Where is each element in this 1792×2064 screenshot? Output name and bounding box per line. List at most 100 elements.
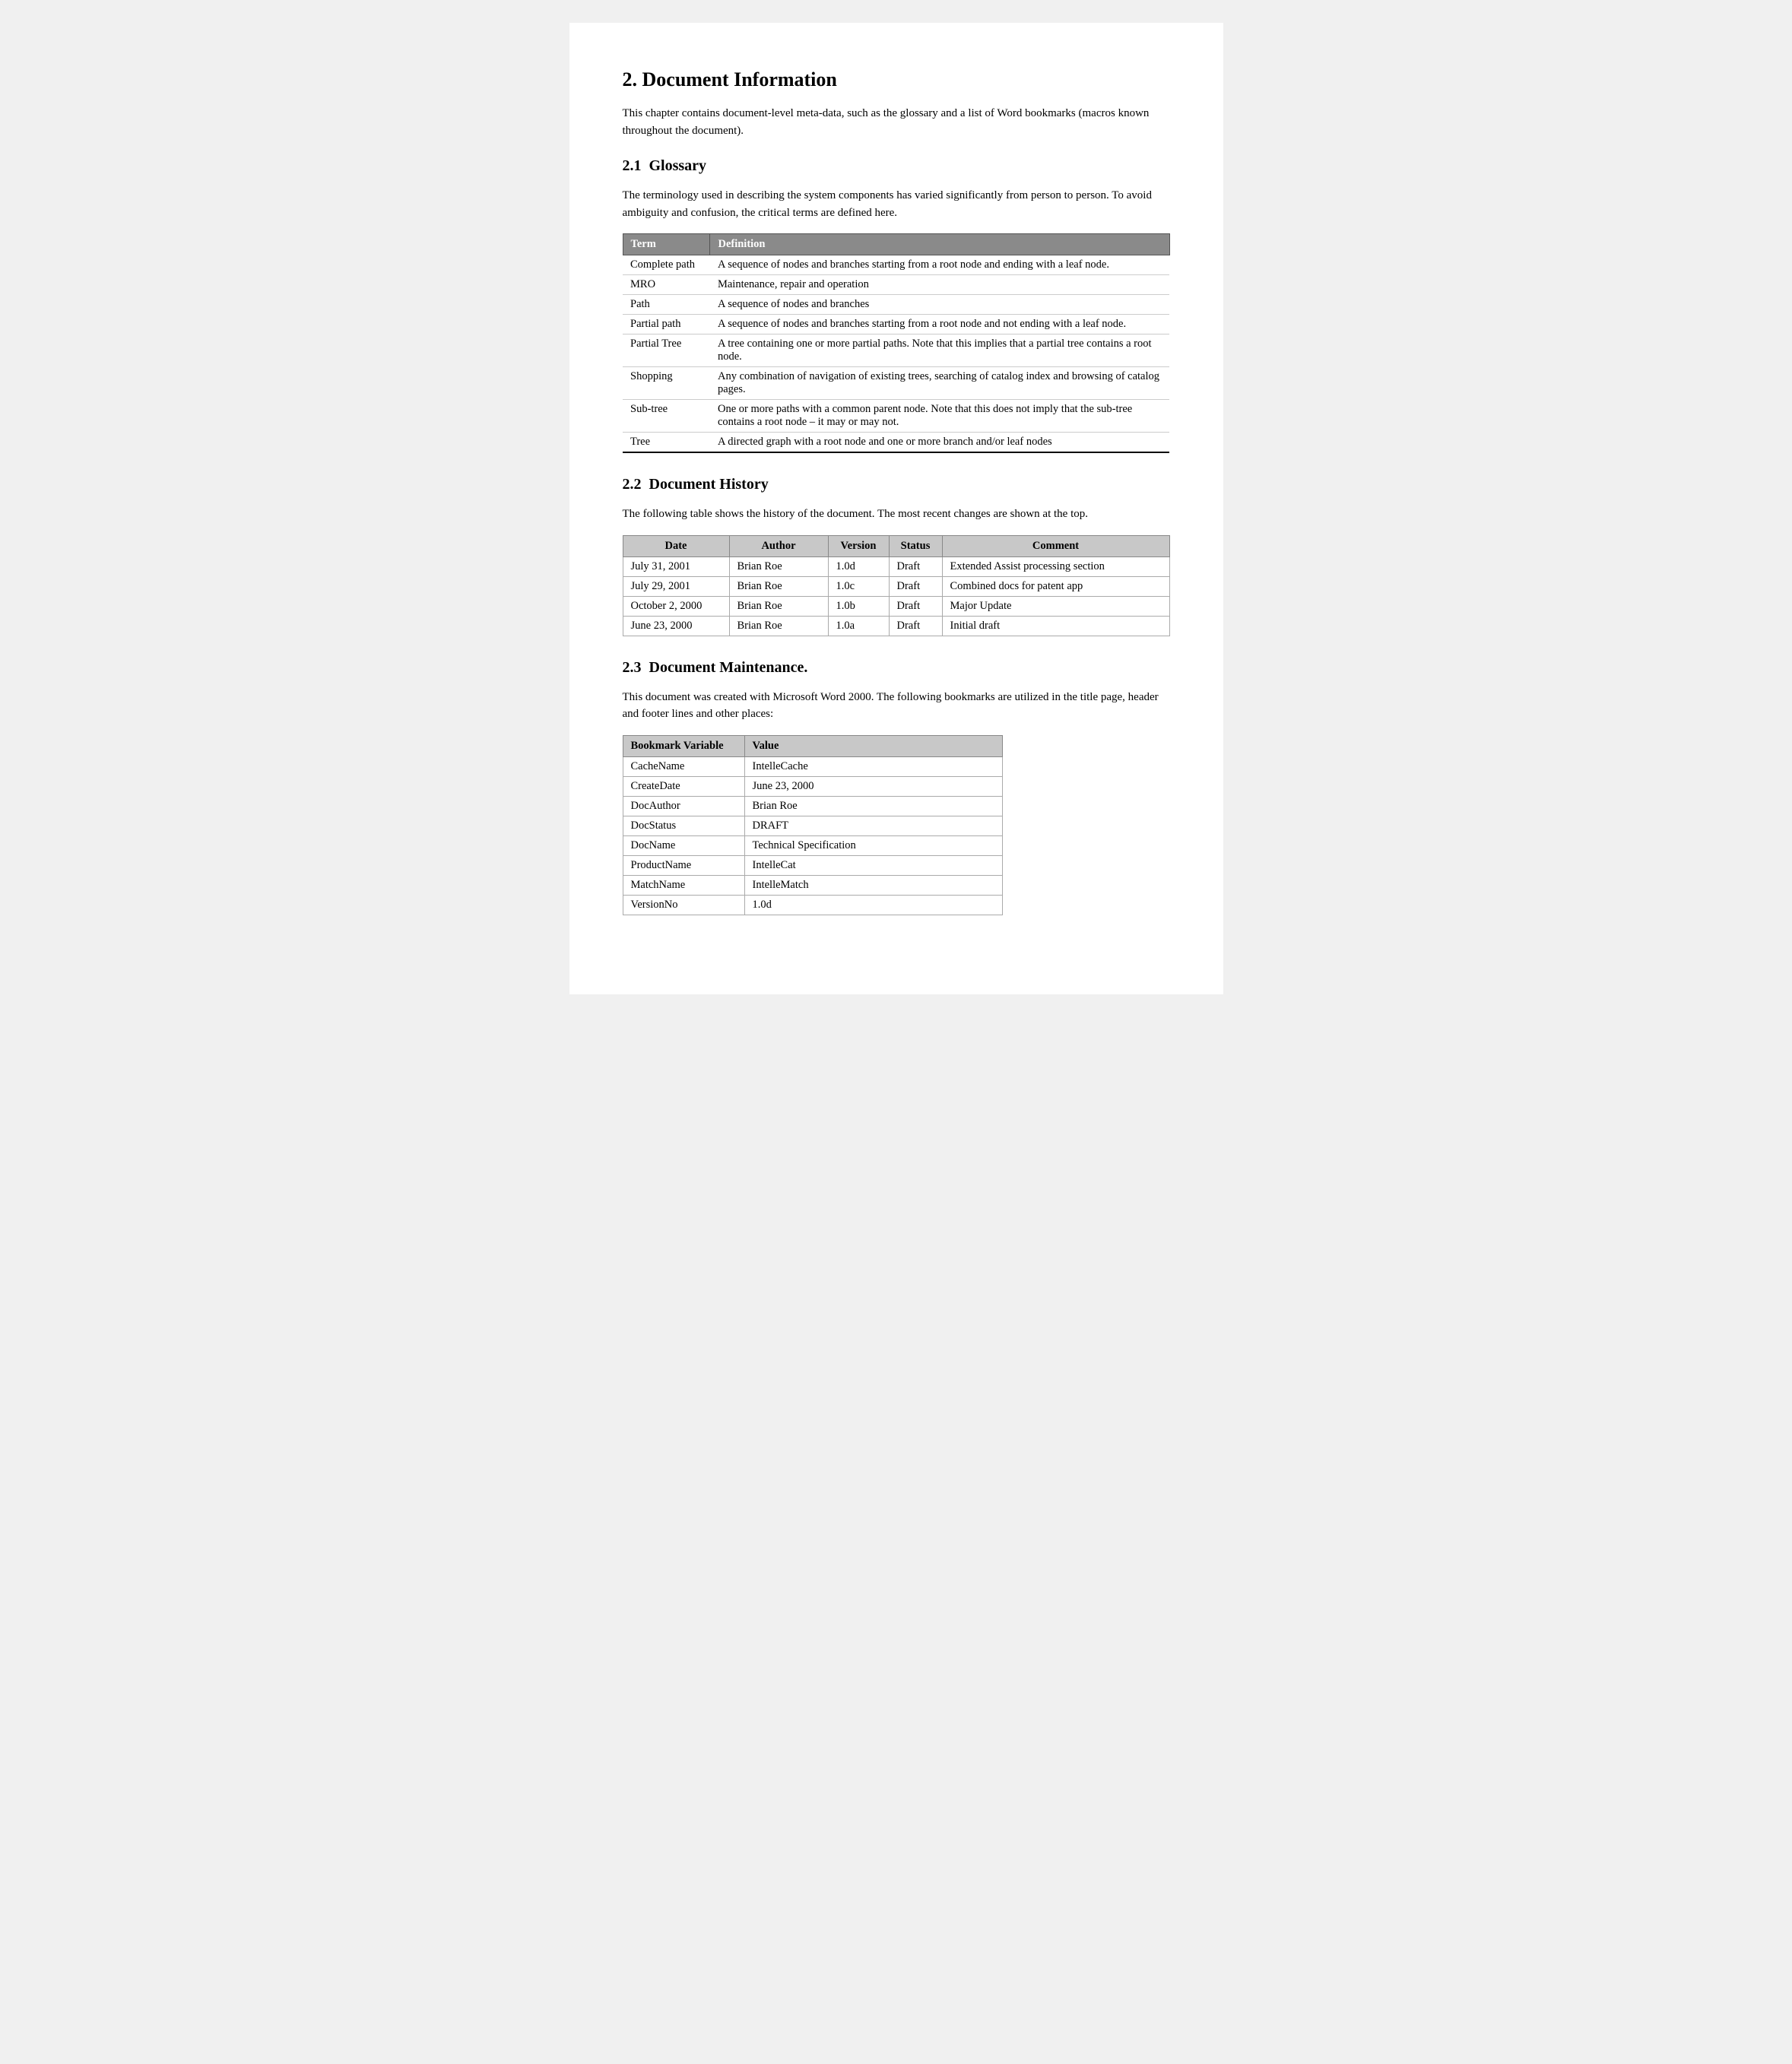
section-2-2-intro: The following table shows the history of… (623, 506, 1170, 523)
glossary-definition: Maintenance, repair and operation (710, 275, 1169, 295)
bookmark-value: DRAFT (744, 816, 1002, 835)
glossary-definition: A sequence of nodes and branches (710, 295, 1169, 315)
glossary-definition: A directed graph with a root node and on… (710, 433, 1169, 453)
history-cell: Brian Roe (729, 616, 828, 636)
history-cell: July 31, 2001 (623, 556, 729, 576)
history-cell: June 23, 2000 (623, 616, 729, 636)
bookmark-variable: DocAuthor (623, 796, 744, 816)
glossary-definition: A sequence of nodes and branches startin… (710, 315, 1169, 334)
history-cell: 1.0d (828, 556, 889, 576)
history-col-author: Author (729, 535, 828, 556)
section-2-3-intro: This document was created with Microsoft… (623, 689, 1170, 723)
bookmark-value: Technical Specification (744, 835, 1002, 855)
section-2-heading: Document Information (642, 68, 837, 90)
section-2-2-heading: Document History (649, 476, 769, 493)
bookmark-variable: ProductName (623, 855, 744, 875)
bookmark-value: IntelleCache (744, 756, 1002, 776)
history-row: July 29, 2001Brian Roe1.0cDraftCombined … (623, 576, 1169, 596)
bookmark-row: DocNameTechnical Specification (623, 835, 1002, 855)
glossary-table: Term Definition Complete pathA sequence … (623, 233, 1170, 453)
history-col-date: Date (623, 535, 729, 556)
section-2-3-title: 2.3 Document Maintenance. (623, 659, 808, 677)
section-2-2-title: 2.2 Document History (623, 476, 769, 493)
glossary-term: Shopping (623, 367, 710, 400)
history-cell: Draft (889, 616, 942, 636)
glossary-row: PathA sequence of nodes and branches (623, 295, 1169, 315)
glossary-row: MROMaintenance, repair and operation (623, 275, 1169, 295)
history-cell: Major Update (942, 596, 1169, 616)
bookmark-value: June 23, 2000 (744, 776, 1002, 796)
bookmark-variable: VersionNo (623, 895, 744, 915)
glossary-term: Partial path (623, 315, 710, 334)
bookmark-value: IntelleMatch (744, 875, 1002, 895)
bookmark-row: CreateDateJune 23, 2000 (623, 776, 1002, 796)
section-2-2-number: 2.2 (623, 476, 642, 493)
bookmark-variable: DocName (623, 835, 744, 855)
history-row: June 23, 2000Brian Roe1.0aDraftInitial d… (623, 616, 1169, 636)
history-cell: Draft (889, 556, 942, 576)
glossary-col-term: Term (623, 234, 710, 255)
history-cell: Initial draft (942, 616, 1169, 636)
history-cell: Brian Roe (729, 556, 828, 576)
section-2-1-title: 2.1 Glossary (623, 157, 707, 175)
section-2-title: 2. Document Information (623, 68, 837, 91)
glossary-definition: Any combination of navigation of existin… (710, 367, 1169, 400)
bookmark-row: MatchNameIntelleMatch (623, 875, 1002, 895)
history-cell: July 29, 2001 (623, 576, 729, 596)
glossary-term: Partial Tree (623, 334, 710, 367)
section-2-3-heading: Document Maintenance. (649, 659, 808, 676)
bookmark-row: DocStatusDRAFT (623, 816, 1002, 835)
glossary-definition: A sequence of nodes and branches startin… (710, 255, 1169, 275)
section-2-1-heading: Glossary (649, 157, 707, 174)
section-2-2: 2.2 Document History The following table… (623, 476, 1170, 636)
history-row: October 2, 2000Brian Roe1.0bDraftMajor U… (623, 596, 1169, 616)
glossary-definition: One or more paths with a common parent n… (710, 400, 1169, 433)
history-cell: Extended Assist processing section (942, 556, 1169, 576)
glossary-row: Sub-treeOne or more paths with a common … (623, 400, 1169, 433)
bookmark-row: VersionNo1.0d (623, 895, 1002, 915)
page: 2. Document Information This chapter con… (569, 23, 1223, 994)
history-table: Date Author Version Status Comment July … (623, 535, 1170, 636)
bookmark-row: CacheNameIntelleCache (623, 756, 1002, 776)
section-2-1-intro: The terminology used in describing the s… (623, 187, 1170, 221)
section-2-number: 2. (623, 68, 638, 90)
glossary-term: Sub-tree (623, 400, 710, 433)
bookmark-header-row: Bookmark Variable Value (623, 735, 1002, 756)
glossary-term: Path (623, 295, 710, 315)
section-2-3: 2.3 Document Maintenance. This document … (623, 659, 1170, 915)
history-header-row: Date Author Version Status Comment (623, 535, 1169, 556)
glossary-term: Tree (623, 433, 710, 453)
glossary-row: TreeA directed graph with a root node an… (623, 433, 1169, 453)
history-col-comment: Comment (942, 535, 1169, 556)
bookmark-variable: CacheName (623, 756, 744, 776)
section-2-1-number: 2.1 (623, 157, 642, 174)
bookmark-table: Bookmark Variable Value CacheNameIntelle… (623, 735, 1003, 915)
glossary-header-row: Term Definition (623, 234, 1169, 255)
history-col-version: Version (828, 535, 889, 556)
history-row: July 31, 2001Brian Roe1.0dDraftExtended … (623, 556, 1169, 576)
bookmark-row: ProductNameIntelleCat (623, 855, 1002, 875)
bookmark-variable: DocStatus (623, 816, 744, 835)
bookmark-variable: MatchName (623, 875, 744, 895)
section-2-1: 2.1 Glossary The terminology used in des… (623, 157, 1170, 453)
history-cell: 1.0a (828, 616, 889, 636)
history-cell: Draft (889, 576, 942, 596)
glossary-term: Complete path (623, 255, 710, 275)
history-cell: Brian Roe (729, 576, 828, 596)
history-col-status: Status (889, 535, 942, 556)
bookmark-value: IntelleCat (744, 855, 1002, 875)
history-cell: 1.0c (828, 576, 889, 596)
glossary-row: Complete pathA sequence of nodes and bra… (623, 255, 1169, 275)
section-2: 2. Document Information This chapter con… (623, 68, 1170, 139)
history-cell: Brian Roe (729, 596, 828, 616)
bookmark-col-value: Value (744, 735, 1002, 756)
history-cell: Draft (889, 596, 942, 616)
glossary-row: Partial pathA sequence of nodes and bran… (623, 315, 1169, 334)
bookmark-value: Brian Roe (744, 796, 1002, 816)
glossary-term: MRO (623, 275, 710, 295)
glossary-row: Partial TreeA tree containing one or mor… (623, 334, 1169, 367)
bookmark-variable: CreateDate (623, 776, 744, 796)
section-2-intro: This chapter contains document-level met… (623, 105, 1170, 139)
history-cell: 1.0b (828, 596, 889, 616)
glossary-row: ShoppingAny combination of navigation of… (623, 367, 1169, 400)
